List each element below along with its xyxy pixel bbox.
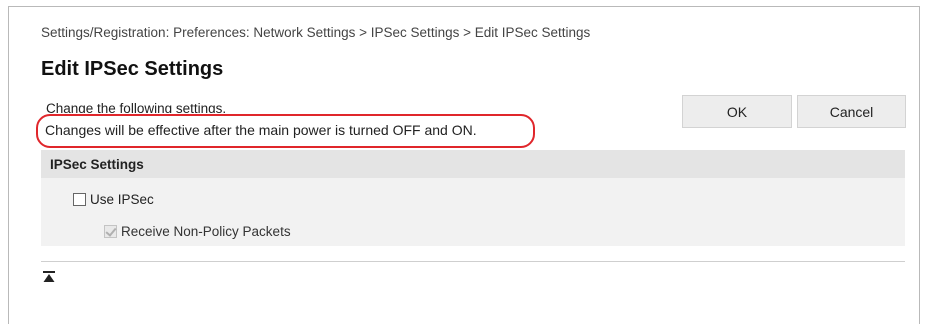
breadcrumb: Settings/Registration: Preferences: Netw… — [41, 25, 591, 40]
page-title: Edit IPSec Settings — [41, 58, 224, 80]
highlight-annotation — [36, 114, 535, 148]
checkmark-icon — [105, 225, 117, 237]
receive-non-policy-label: Receive Non-Policy Packets — [121, 224, 291, 239]
use-ipsec-option[interactable]: Use IPSec — [73, 192, 154, 207]
instruction-text: Change the following settings. — [46, 101, 227, 113]
cancel-button[interactable]: Cancel — [797, 95, 906, 128]
use-ipsec-label: Use IPSec — [90, 192, 154, 207]
ipsec-settings-section: IPSec Settings Use IPSec Receive Non-Pol… — [41, 150, 905, 246]
scroll-to-top-icon[interactable] — [42, 270, 56, 284]
receive-non-policy-checkbox — [104, 225, 117, 238]
divider — [41, 261, 905, 262]
ok-button[interactable]: OK — [682, 95, 792, 128]
receive-non-policy-option: Receive Non-Policy Packets — [104, 224, 291, 239]
use-ipsec-checkbox[interactable] — [73, 193, 86, 206]
section-header: IPSec Settings — [41, 150, 905, 178]
